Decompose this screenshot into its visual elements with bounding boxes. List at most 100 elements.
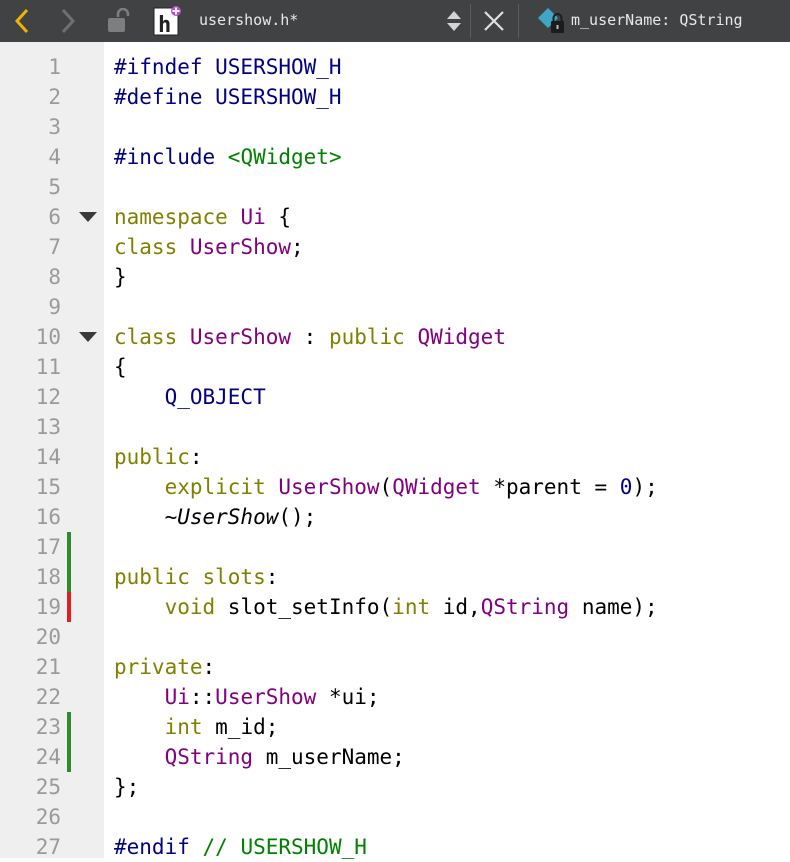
code-token: #endif [114,835,203,859]
line-number: 26 [35,805,61,829]
code-token: ~ [114,505,178,529]
code-line[interactable]: 2 #define USERSHOW_H [0,82,790,112]
code-token: slot_setInfo( [227,595,393,619]
code-token: class [114,235,190,259]
removed-line-marker [67,592,71,622]
code-token: #include [114,145,228,169]
code-line[interactable]: 19 void slot_setInfo(int id,QString name… [0,592,790,622]
code-text: #include <QWidget> [114,142,342,172]
code-token: m_userName; [253,745,405,769]
code-token: 0 [619,475,633,499]
open-document-name[interactable]: usershow.h* [199,0,298,42]
code-text: QString m_userName; [114,742,405,772]
line-number: 2 [48,85,61,109]
document-switcher-button[interactable] [443,0,465,42]
close-document-button[interactable] [479,0,509,42]
code-line[interactable]: 14 public: [0,442,790,472]
code-token: Ui [240,205,266,229]
code-token: UserShow [278,475,380,499]
line-number: 9 [48,295,61,319]
line-number: 21 [35,655,61,679]
modified-line-marker [67,712,71,742]
code-token: { [114,355,127,379]
code-text: } [114,262,127,292]
line-number: 24 [35,745,61,769]
toolbar-divider [470,4,471,38]
unlock-icon [108,8,130,32]
code-line[interactable]: 22 Ui::UserShow *ui; [0,682,790,712]
code-token: QString [480,595,570,619]
back-button[interactable] [8,0,36,42]
line-number: 7 [48,235,61,259]
code-line[interactable]: 21 private: [0,652,790,682]
code-line[interactable]: 18 public slots: [0,562,790,592]
line-number: 20 [35,625,61,649]
code-line[interactable]: 10 class UserShow : public QWidget [0,322,790,352]
forward-button[interactable] [54,0,82,42]
symbol-icon-holder [535,0,569,42]
code-line[interactable]: 26 [0,802,790,832]
code-token: UserShow [189,235,292,259]
code-line[interactable]: 5 [0,172,790,202]
code-line[interactable]: 23 int m_id; [0,712,790,742]
file-lock-button[interactable] [102,0,134,42]
code-line[interactable]: 7 class UserShow; [0,232,790,262]
code-text: void slot_setInfo(int id,QString name); [114,592,658,622]
modified-line-marker [67,562,71,592]
code-line[interactable]: 4 #include <QWidget> [0,142,790,172]
modified-line-marker [67,532,71,562]
code-text: }; [114,772,139,802]
code-text: namespace Ui { [114,202,291,232]
code-token: *parent = [480,475,620,499]
chevron-left-icon [14,8,29,34]
line-number: 22 [35,685,61,709]
code-editor[interactable]: 1 #ifndef USERSHOW_H 2 #define USERSHOW_H 3 4… [0,42,790,859]
code-line[interactable]: 16 ~UserShow(); [0,502,790,532]
code-line[interactable]: 11 { [0,352,790,382]
line-number: 11 [35,355,61,379]
code-line[interactable]: 12 Q_OBJECT [0,382,790,412]
code-token: private [114,655,203,679]
code-token: UserShow [177,505,279,529]
line-number: 3 [48,115,61,139]
code-token: Q_OBJECT [164,385,266,409]
code-text: ~UserShow(); [114,502,317,532]
header-file-icon: h [153,6,181,37]
code-line[interactable]: 24 QString m_userName; [0,742,790,772]
fold-arrow-icon[interactable] [79,332,97,342]
line-number: 17 [35,535,61,559]
code-token: } [114,265,127,289]
code-token: (); [278,505,317,529]
file-type-indicator: h [151,0,183,42]
code-text: Ui::UserShow *ui; [114,682,380,712]
line-number: 25 [35,775,61,799]
code-token: id, [442,595,481,619]
code-line[interactable]: 13 [0,412,790,442]
code-token: { [265,205,292,229]
fold-arrow-icon[interactable] [79,212,97,222]
code-token: QWidget [392,475,481,499]
code-line[interactable]: 15 explicit UserShow(QWidget *parent = 0… [0,472,790,502]
code-text: Q_OBJECT [114,382,266,412]
code-line[interactable]: 1 #ifndef USERSHOW_H [0,52,790,82]
code-line[interactable]: 8} [0,262,790,292]
code-line[interactable]: 20 [0,622,790,652]
code-line[interactable]: 17 [0,532,790,562]
editor-toolbar: h usershow.h* m_userName: QString [0,0,790,42]
code-token: : [189,445,203,469]
code-token: ( [379,475,393,499]
code-token: void [164,595,228,619]
code-line[interactable]: 3 [0,112,790,142]
code-line[interactable]: 9 [0,292,790,322]
code-line[interactable]: 25}; [0,772,790,802]
line-number: 8 [48,265,61,289]
code-line[interactable]: 6 namespace Ui { [0,202,790,232]
code-token: : [202,655,216,679]
code-token: : [265,565,279,589]
current-symbol-dropdown[interactable]: m_userName: QString [571,0,743,42]
code-text: public: [114,442,203,472]
code-token: namespace [114,205,241,229]
chevron-right-icon [61,8,76,34]
line-number: 23 [35,715,61,739]
